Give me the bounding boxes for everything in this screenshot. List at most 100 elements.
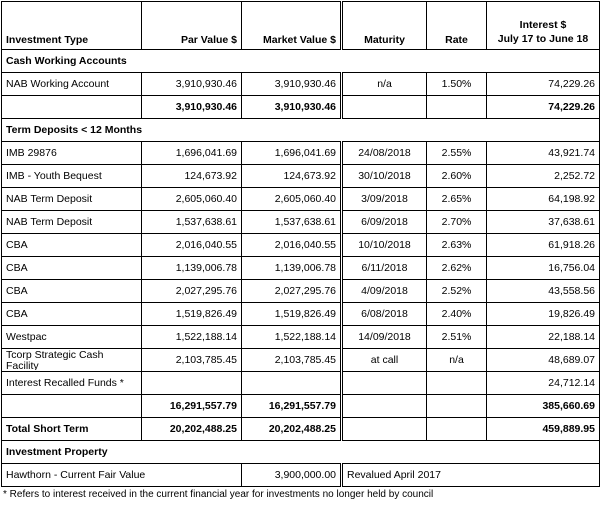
cell-rate: 2.40% xyxy=(426,302,487,326)
cell-empty xyxy=(426,95,487,119)
cell-empty xyxy=(1,95,142,119)
subtotal-par-value: 16,291,557.79 xyxy=(141,394,242,418)
cell-investment-type: Tcorp Strategic Cash Facility xyxy=(1,348,142,372)
subtotal-par-value: 3,910,930.46 xyxy=(141,95,242,119)
cell-empty xyxy=(426,417,487,441)
cell-interest: 24,712.14 xyxy=(486,371,600,395)
cell-par-value xyxy=(141,371,242,395)
cell-investment-type: Interest Recalled Funds * xyxy=(1,371,142,395)
header-rate: Rate xyxy=(426,1,487,50)
cell-interest: 43,921.74 xyxy=(486,141,600,165)
cell-market-value: 1,139,006.78 xyxy=(241,256,343,280)
cell-investment-type: CBA xyxy=(1,256,142,280)
section-title-term-deposits: Term Deposits < 12 Months xyxy=(1,118,600,142)
cell-rate: 2.51% xyxy=(426,325,487,349)
header-row: Investment Type Par Value $ Market Value… xyxy=(1,1,600,50)
cell-par-value: 1,696,041.69 xyxy=(141,141,242,165)
cell-market-value xyxy=(241,371,343,395)
header-interest-line1: Interest $ xyxy=(519,19,567,31)
cell-market-value: 1,519,826.49 xyxy=(241,302,343,326)
cell-rate: 2.65% xyxy=(426,187,487,211)
section-title-property: Investment Property xyxy=(1,440,600,464)
cell-maturity: 30/10/2018 xyxy=(341,164,427,188)
table-row: CBA 1,139,006.78 1,139,006.78 6/11/2018 … xyxy=(1,256,600,280)
cell-interest: 61,918.26 xyxy=(486,233,600,257)
total-interest: 459,889.95 xyxy=(486,417,600,441)
cell-market-value: 2,103,785.45 xyxy=(241,348,343,372)
cell-maturity: 6/09/2018 xyxy=(341,210,427,234)
header-par-value: Par Value $ xyxy=(141,1,242,50)
cell-interest: 43,558.56 xyxy=(486,279,600,303)
cell-rate: n/a xyxy=(426,348,487,372)
section-row-term-deposits: Term Deposits < 12 Months xyxy=(1,118,600,142)
cell-rate: 2.70% xyxy=(426,210,487,234)
cell-investment-type: NAB Term Deposit xyxy=(1,210,142,234)
cell-par-value: 124,673.92 xyxy=(141,164,242,188)
total-par-value: 20,202,488.25 xyxy=(141,417,242,441)
subtotal-market-value: 3,910,930.46 xyxy=(241,95,343,119)
cell-par-value: 2,027,295.76 xyxy=(141,279,242,303)
cell-maturity: 14/09/2018 xyxy=(341,325,427,349)
cell-par-value: 1,537,638.61 xyxy=(141,210,242,234)
cell-investment-type: IMB - Youth Bequest xyxy=(1,164,142,188)
cell-par-value: 2,016,040.55 xyxy=(141,233,242,257)
cell-interest: 16,756.04 xyxy=(486,256,600,280)
investments-table-container: Investment Type Par Value $ Market Value… xyxy=(1,1,600,487)
header-market-value: Market Value $ xyxy=(241,1,343,50)
table-row: CBA 2,027,295.76 2,027,295.76 4/09/2018 … xyxy=(1,279,600,303)
cell-investment-type: CBA xyxy=(1,302,142,326)
cell-rate: 2.55% xyxy=(426,141,487,165)
cell-maturity: 24/08/2018 xyxy=(341,141,427,165)
header-interest: Interest $ July 17 to June 18 xyxy=(486,1,600,50)
cell-maturity xyxy=(341,371,427,395)
cell-interest: 37,638.61 xyxy=(486,210,600,234)
cell-par-value: 1,522,188.14 xyxy=(141,325,242,349)
subtotal-row-term-deposits: 16,291,557.79 16,291,557.79 385,660.69 xyxy=(1,394,600,418)
cell-rate xyxy=(426,371,487,395)
total-short-term-row: Total Short Term 20,202,488.25 20,202,48… xyxy=(1,417,600,441)
cell-interest: 19,826.49 xyxy=(486,302,600,326)
cell-empty xyxy=(1,394,142,418)
cell-interest: 64,198.92 xyxy=(486,187,600,211)
cell-empty xyxy=(341,95,427,119)
cell-property-note: Revalued April 2017 xyxy=(341,463,600,487)
header-maturity: Maturity xyxy=(341,1,427,50)
cell-market-value: 1,696,041.69 xyxy=(241,141,343,165)
table-row: IMB - Youth Bequest 124,673.92 124,673.9… xyxy=(1,164,600,188)
header-interest-line2: July 17 to June 18 xyxy=(497,33,589,45)
table-row: CBA 1,519,826.49 1,519,826.49 6/08/2018 … xyxy=(1,302,600,326)
cell-par-value: 1,139,006.78 xyxy=(141,256,242,280)
cell-rate: 2.52% xyxy=(426,279,487,303)
cell-rate: 1.50% xyxy=(426,72,487,96)
cell-maturity: n/a xyxy=(341,72,427,96)
cell-rate: 2.63% xyxy=(426,233,487,257)
cell-maturity: 6/11/2018 xyxy=(341,256,427,280)
table-row: Tcorp Strategic Cash Facility 2,103,785.… xyxy=(1,348,600,372)
cell-market-value: 2,027,295.76 xyxy=(241,279,343,303)
cell-par-value: 2,103,785.45 xyxy=(141,348,242,372)
cell-property-type: Hawthorn - Current Fair Value xyxy=(1,463,242,487)
table-row: Hawthorn - Current Fair Value 3,900,000.… xyxy=(1,463,600,487)
cell-maturity: 4/09/2018 xyxy=(341,279,427,303)
cell-par-value: 3,910,930.46 xyxy=(141,72,242,96)
footnote: * Refers to interest received in the cur… xyxy=(3,489,434,500)
table-row: Interest Recalled Funds * 24,712.14 xyxy=(1,371,600,395)
cell-market-value: 124,673.92 xyxy=(241,164,343,188)
cell-maturity: at call xyxy=(341,348,427,372)
cell-rate: 2.62% xyxy=(426,256,487,280)
cell-interest: 74,229.26 xyxy=(486,72,600,96)
cell-investment-type-text: Tcorp Strategic Cash Facility xyxy=(6,350,104,370)
table-row: CBA 2,016,040.55 2,016,040.55 10/10/2018… xyxy=(1,233,600,257)
cell-empty xyxy=(341,394,427,418)
table-row: NAB Working Account 3,910,930.46 3,910,9… xyxy=(1,72,600,96)
section-row-property: Investment Property xyxy=(1,440,600,464)
cell-market-value: 1,522,188.14 xyxy=(241,325,343,349)
investments-table: Investment Type Par Value $ Market Value… xyxy=(1,1,600,487)
total-market-value: 20,202,488.25 xyxy=(241,417,343,441)
cell-market-value: 2,605,060.40 xyxy=(241,187,343,211)
cell-investment-type: CBA xyxy=(1,279,142,303)
cell-interest: 2,252.72 xyxy=(486,164,600,188)
cell-rate: 2.60% xyxy=(426,164,487,188)
subtotal-interest: 385,660.69 xyxy=(486,394,600,418)
cell-maturity: 6/08/2018 xyxy=(341,302,427,326)
